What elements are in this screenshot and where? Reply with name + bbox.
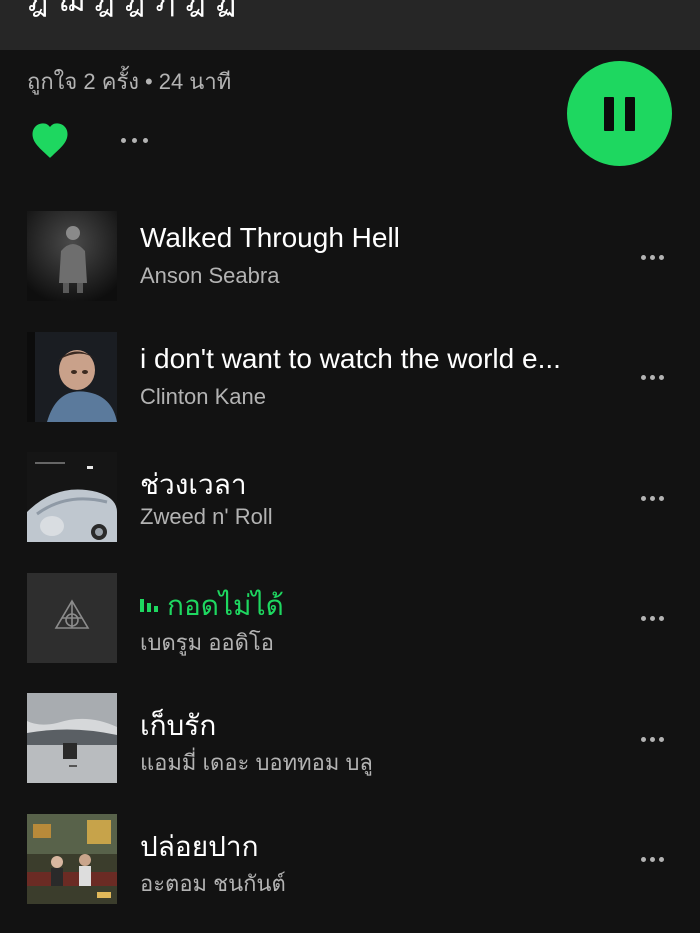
track-title: ช่วงเวลา	[140, 469, 247, 500]
track-title: เก็บรัก	[140, 710, 217, 741]
album-art	[27, 331, 117, 422]
album-art	[27, 693, 117, 783]
playlist-title-partial: ฎ ฌ ฎ ฎ ฦ ฎ ฏ	[28, 0, 238, 18]
more-icon	[641, 369, 673, 387]
meta-separator: •	[145, 69, 153, 94]
more-icon	[641, 730, 673, 748]
album-art	[27, 813, 117, 904]
track-artist: Clinton Kane	[140, 383, 266, 409]
track-row[interactable]: i don't want to watch the world e... Cli…	[0, 321, 700, 442]
playlist-meta: ถูกใจ 2 ครั้ง • 24 นาที	[27, 64, 231, 99]
track-more-button[interactable]	[641, 248, 673, 266]
track-artist: แอมมี่ เดอะ บอททอม บลู	[140, 750, 373, 775]
track-more-button[interactable]	[641, 851, 673, 869]
track-title: i don't want to watch the world e...	[140, 342, 561, 374]
more-icon	[641, 248, 673, 266]
track-more-button[interactable]	[641, 369, 673, 387]
track-more-button[interactable]	[641, 610, 673, 628]
track-row[interactable]: กอดไม่ได้ เบดรูม ออดิโอ	[0, 562, 700, 683]
album-art-placeholder	[27, 572, 117, 663]
track-title: กอดไม่ได้	[167, 589, 284, 621]
likes-count: ถูกใจ 2 ครั้ง	[27, 69, 140, 94]
track-row[interactable]: ช่วงเวลา Zweed n' Roll	[0, 441, 700, 562]
playlist-more-button[interactable]	[121, 131, 161, 149]
track-list: Walked Through Hell Anson Seabra i don't…	[0, 200, 700, 923]
track-row[interactable]: เก็บรัก แอมมี่ เดอะ บอททอม บลู	[0, 682, 700, 803]
track-title-now-playing: กอดไม่ได้	[140, 584, 284, 628]
playlist-duration: 24 นาที	[158, 69, 232, 94]
track-artist: Anson Seabra	[140, 263, 280, 288]
track-artist: เบดรูม ออดิโอ	[140, 629, 274, 655]
track-title: Walked Through Hell	[140, 222, 400, 253]
heart-filled-icon	[32, 123, 68, 158]
heart-icon[interactable]	[29, 120, 71, 160]
pause-icon	[604, 96, 635, 131]
album-art	[27, 452, 117, 542]
track-artist: Zweed n' Roll	[140, 504, 273, 529]
track-title: ปล่อยปาก	[140, 830, 259, 862]
track-more-button[interactable]	[641, 730, 673, 748]
equalizer-icon	[140, 597, 158, 612]
track-more-button[interactable]	[641, 489, 673, 507]
more-icon	[641, 851, 673, 869]
pause-button[interactable]	[567, 61, 672, 166]
track-row[interactable]: Walked Through Hell Anson Seabra	[0, 200, 700, 321]
album-art	[27, 211, 117, 301]
top-bar: ฎ ฌ ฎ ฎ ฦ ฎ ฏ	[0, 0, 700, 50]
track-artist: อะตอม ชนกันต์	[140, 870, 286, 896]
more-icon	[641, 610, 673, 628]
more-icon	[121, 131, 161, 149]
more-icon	[641, 489, 673, 507]
track-row[interactable]: ปล่อยปาก อะตอม ชนกันต์	[0, 803, 700, 924]
